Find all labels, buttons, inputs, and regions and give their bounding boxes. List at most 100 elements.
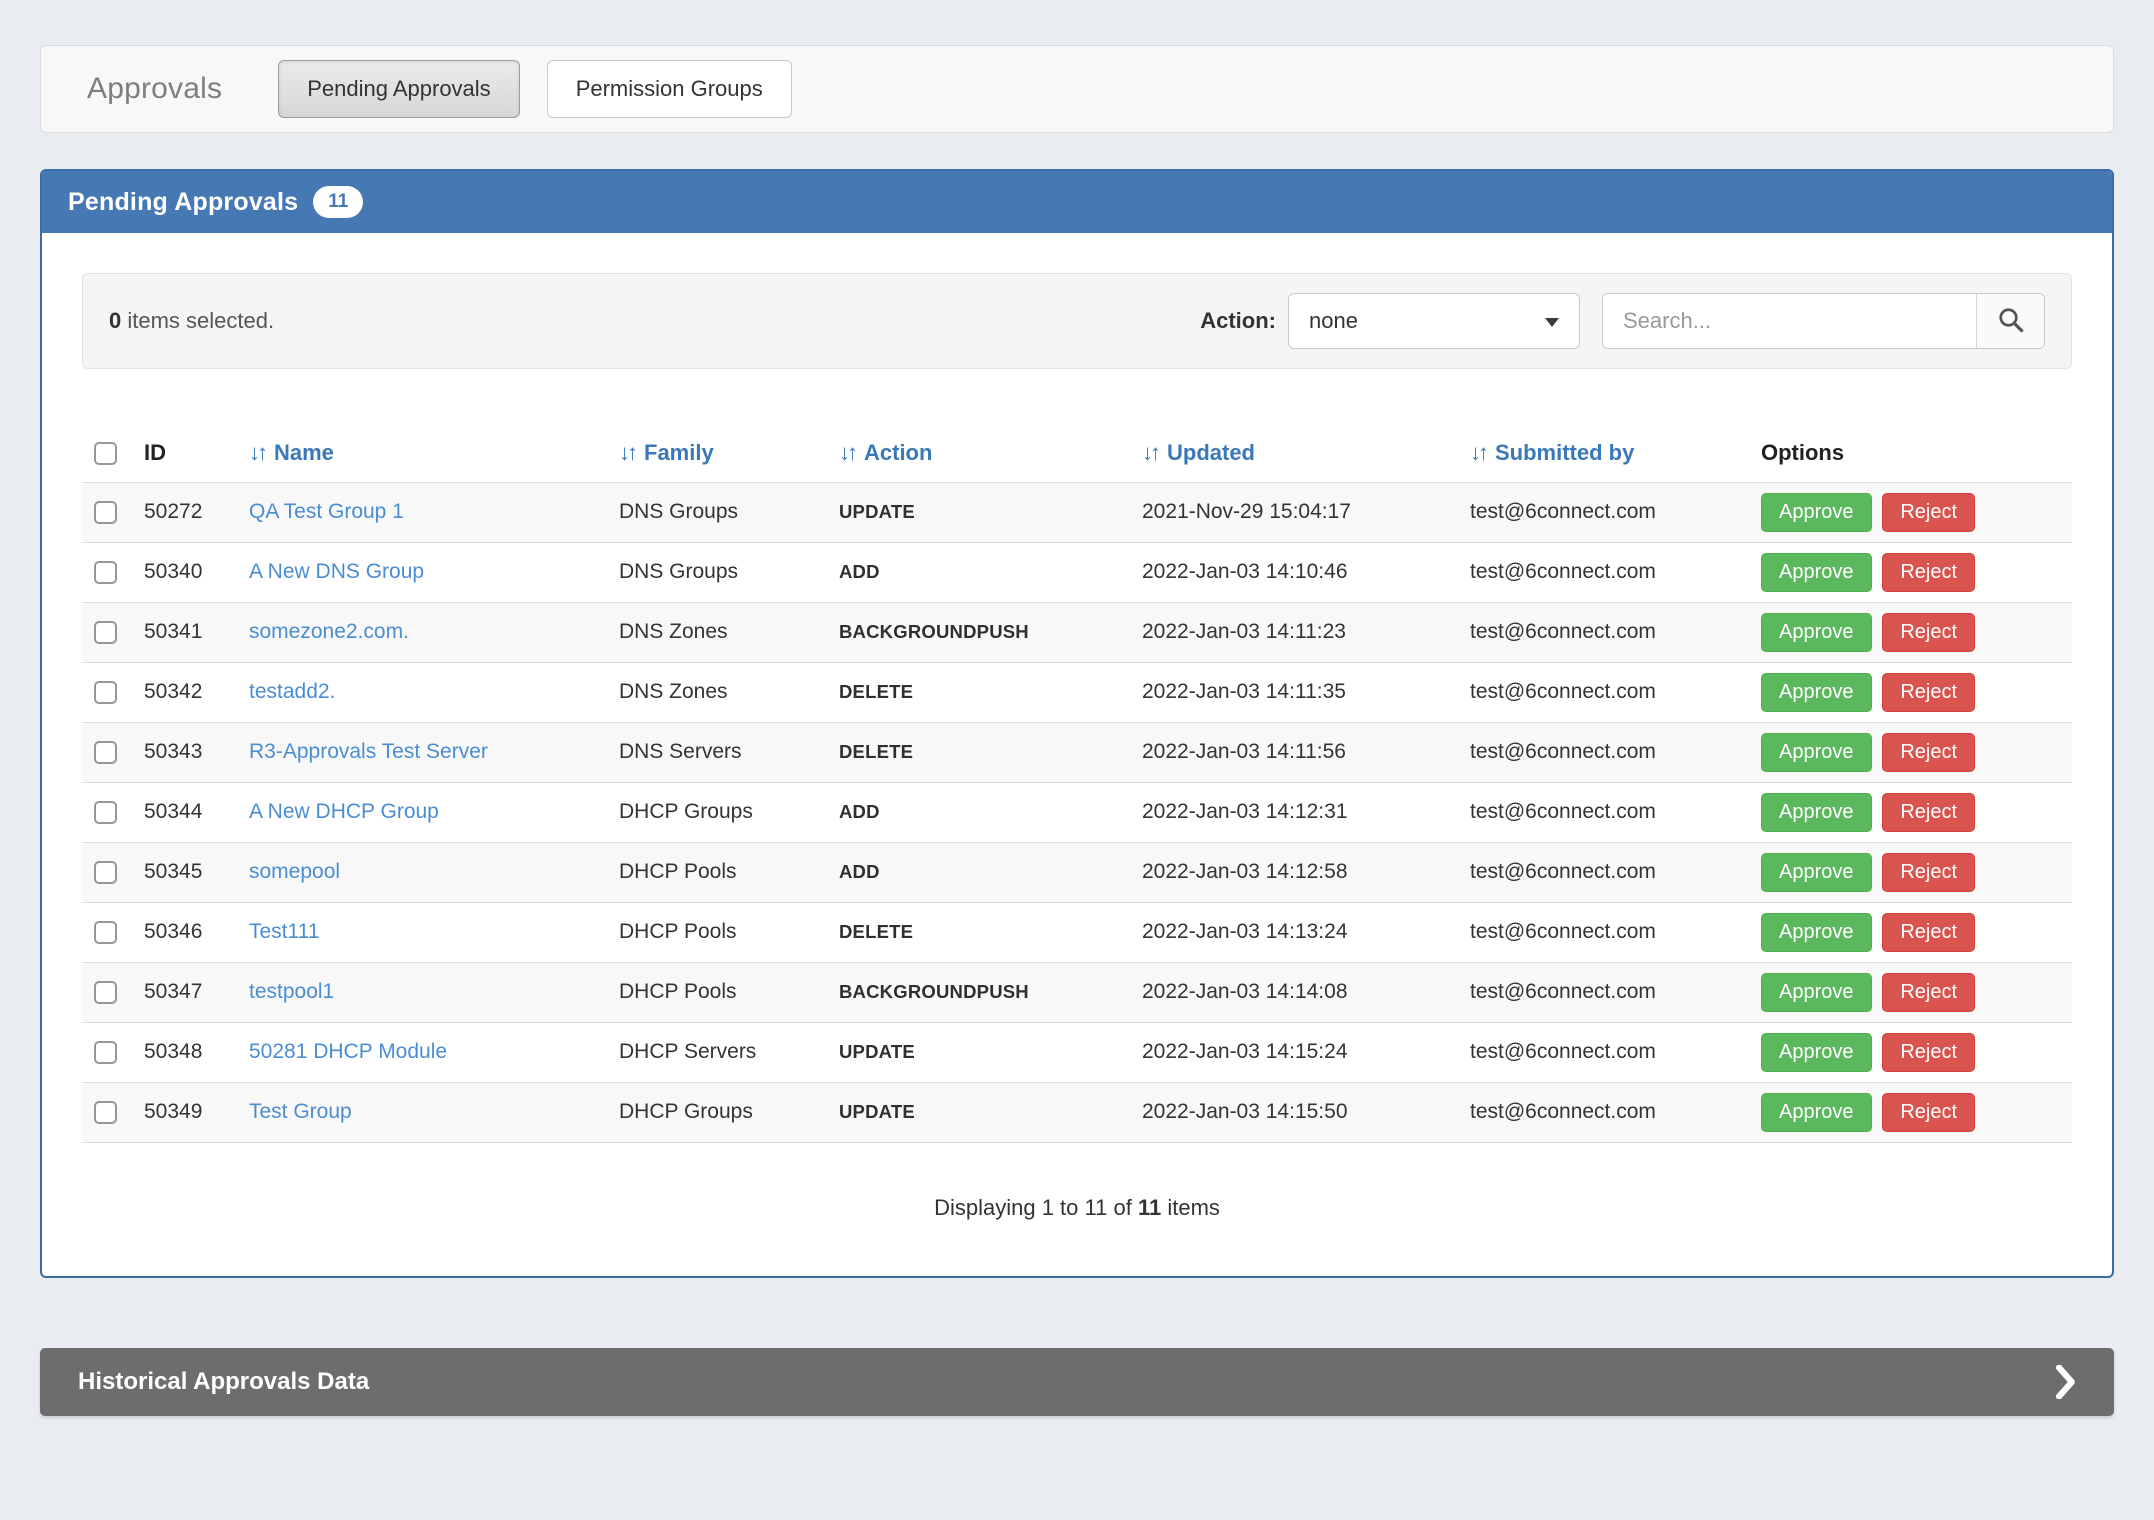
row-name-link[interactable]: R3-Approvals Test Server (249, 740, 488, 763)
row-family: DHCP Pools (607, 842, 827, 902)
reject-button[interactable]: Reject (1882, 553, 1975, 592)
row-updated: 2022-Jan-03 14:12:58 (1130, 842, 1458, 902)
table-row: 50349 Test Group DHCP Groups UPDATE 2022… (82, 1082, 2072, 1142)
reject-button[interactable]: Reject (1882, 733, 1975, 772)
row-submitted-by: test@6connect.com (1458, 542, 1749, 602)
row-select-checkbox[interactable] (94, 501, 117, 524)
table-header-row: ID ↓↑Name ↓↑Family ↓↑Action ↓↑Updated ↓↑… (82, 425, 2072, 482)
row-id: 50272 (132, 482, 237, 542)
reject-button[interactable]: Reject (1882, 793, 1975, 832)
approve-button[interactable]: Approve (1761, 553, 1872, 592)
approve-button[interactable]: Approve (1761, 733, 1872, 772)
row-name-link[interactable]: somezone2.com. (249, 620, 409, 643)
row-id: 50344 (132, 782, 237, 842)
reject-button[interactable]: Reject (1882, 973, 1975, 1012)
approve-button[interactable]: Approve (1761, 793, 1872, 832)
approve-button[interactable]: Approve (1761, 493, 1872, 532)
row-updated: 2022-Jan-03 14:11:56 (1130, 722, 1458, 782)
row-id: 50345 (132, 842, 237, 902)
search-input[interactable] (1603, 294, 1976, 348)
table-row: 50340 A New DNS Group DNS Groups ADD 202… (82, 542, 2072, 602)
row-submitted-by: test@6connect.com (1458, 662, 1749, 722)
approve-button[interactable]: Approve (1761, 973, 1872, 1012)
reject-button[interactable]: Reject (1882, 613, 1975, 652)
row-id: 50346 (132, 902, 237, 962)
search-button[interactable] (1976, 294, 2044, 348)
approve-button[interactable]: Approve (1761, 1093, 1872, 1132)
approve-button[interactable]: Approve (1761, 1033, 1872, 1072)
row-family: DNS Servers (607, 722, 827, 782)
reject-button[interactable]: Reject (1882, 673, 1975, 712)
action-dropdown[interactable]: none (1288, 293, 1580, 349)
row-action: ADD (839, 801, 880, 822)
reject-button[interactable]: Reject (1882, 493, 1975, 532)
row-name-link[interactable]: testadd2. (249, 680, 335, 703)
column-header-id: ID (132, 425, 237, 482)
row-name-link[interactable]: A New DNS Group (249, 560, 424, 583)
row-select-checkbox[interactable] (94, 621, 117, 644)
approve-button[interactable]: Approve (1761, 613, 1872, 652)
row-id: 50347 (132, 962, 237, 1022)
row-name-link[interactable]: Test111 (249, 920, 319, 943)
row-name-link[interactable]: QA Test Group 1 (249, 500, 404, 523)
row-select-checkbox[interactable] (94, 1041, 117, 1064)
row-submitted-by: test@6connect.com (1458, 1022, 1749, 1082)
selected-label: items selected. (127, 308, 274, 333)
row-select-checkbox[interactable] (94, 981, 117, 1004)
row-name-link[interactable]: A New DHCP Group (249, 800, 439, 823)
tab-permission-groups[interactable]: Permission Groups (547, 60, 792, 118)
column-header-updated[interactable]: ↓↑Updated (1130, 425, 1458, 482)
row-name-link[interactable]: testpool1 (249, 980, 334, 1003)
row-action: UPDATE (839, 1101, 915, 1122)
row-action: ADD (839, 861, 880, 882)
column-header-family[interactable]: ↓↑Family (607, 425, 827, 482)
row-action: BACKGROUNDPUSH (839, 981, 1029, 1002)
row-action: ADD (839, 561, 880, 582)
row-select-checkbox[interactable] (94, 861, 117, 884)
row-select-checkbox[interactable] (94, 681, 117, 704)
row-id: 50343 (132, 722, 237, 782)
reject-button[interactable]: Reject (1882, 1033, 1975, 1072)
row-id: 50342 (132, 662, 237, 722)
tab-pending-approvals[interactable]: Pending Approvals (278, 60, 519, 118)
pending-approvals-table: ID ↓↑Name ↓↑Family ↓↑Action ↓↑Updated ↓↑… (82, 425, 2072, 1143)
row-family: DNS Zones (607, 662, 827, 722)
row-action: BACKGROUNDPUSH (839, 621, 1029, 642)
row-updated: 2022-Jan-03 14:14:08 (1130, 962, 1458, 1022)
sort-icon: ↓↑ (1142, 440, 1158, 465)
row-id: 50348 (132, 1022, 237, 1082)
row-updated: 2022-Jan-03 14:13:24 (1130, 902, 1458, 962)
table-row: 50346 Test111 DHCP Pools DELETE 2022-Jan… (82, 902, 2072, 962)
row-select-checkbox[interactable] (94, 921, 117, 944)
row-action: DELETE (839, 921, 913, 942)
row-family: DHCP Groups (607, 782, 827, 842)
approve-button[interactable]: Approve (1761, 913, 1872, 952)
row-family: DNS Groups (607, 542, 827, 602)
row-select-checkbox[interactable] (94, 741, 117, 764)
pagination-prefix: Displaying 1 to 11 of (934, 1195, 1132, 1220)
approve-button[interactable]: Approve (1761, 673, 1872, 712)
reject-button[interactable]: Reject (1882, 1093, 1975, 1132)
row-select-checkbox[interactable] (94, 1101, 117, 1124)
row-updated: 2022-Jan-03 14:15:50 (1130, 1082, 1458, 1142)
search-box (1602, 293, 2045, 349)
select-all-checkbox[interactable] (94, 442, 117, 465)
column-header-action[interactable]: ↓↑Action (827, 425, 1130, 482)
column-header-name[interactable]: ↓↑Name (237, 425, 607, 482)
row-id: 50349 (132, 1082, 237, 1142)
row-select-checkbox[interactable] (94, 801, 117, 824)
column-header-submitted-by[interactable]: ↓↑Submitted by (1458, 425, 1749, 482)
row-select-checkbox[interactable] (94, 561, 117, 584)
row-name-link[interactable]: Test Group (249, 1100, 352, 1123)
pending-approvals-panel: Pending Approvals 11 0 items selected. A… (40, 169, 2114, 1278)
row-family: DHCP Servers (607, 1022, 827, 1082)
table-row: 50344 A New DHCP Group DHCP Groups ADD 2… (82, 782, 2072, 842)
row-name-link[interactable]: 50281 DHCP Module (249, 1040, 447, 1063)
reject-button[interactable]: Reject (1882, 853, 1975, 892)
row-id: 50340 (132, 542, 237, 602)
row-updated: 2022-Jan-03 14:12:31 (1130, 782, 1458, 842)
approve-button[interactable]: Approve (1761, 853, 1872, 892)
reject-button[interactable]: Reject (1882, 913, 1975, 952)
historical-approvals-bar[interactable]: Historical Approvals Data (40, 1348, 2114, 1416)
row-name-link[interactable]: somepool (249, 860, 340, 883)
